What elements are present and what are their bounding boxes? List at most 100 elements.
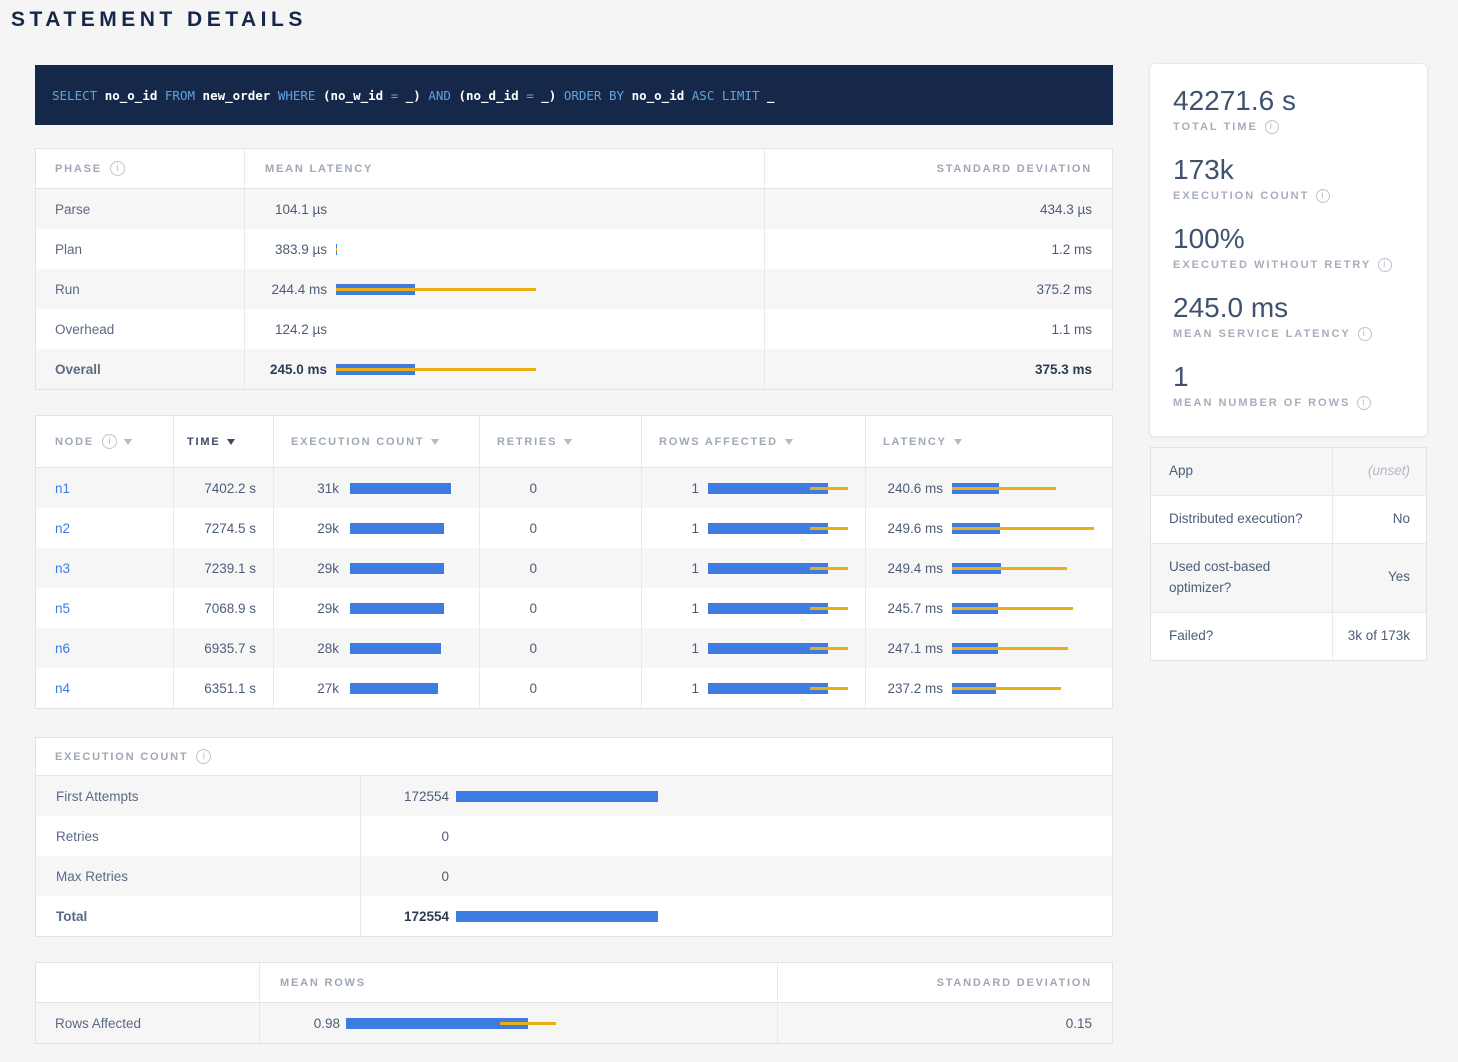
node-row: n5 7068.9 s 29k 0 1 245.7 ms xyxy=(36,588,1112,628)
latency-bar xyxy=(952,563,1102,574)
sort-arrow-icon xyxy=(954,439,962,445)
retries-value: 0 xyxy=(497,481,537,496)
stat-execution-count: 173k EXECUTION COUNT xyxy=(1173,154,1404,203)
info-icon[interactable] xyxy=(196,749,211,764)
time-value: 7402.2 s xyxy=(173,468,273,508)
stat-label: EXECUTED WITHOUT RETRY xyxy=(1173,259,1371,271)
sort-arrow-icon xyxy=(431,439,439,445)
time-value: 7068.9 s xyxy=(173,588,273,628)
count-value: 172554 xyxy=(363,909,449,924)
phase-row-overall: Overall 245.0 ms 375.3 ms xyxy=(36,349,1112,389)
info-icon[interactable] xyxy=(1265,120,1279,134)
mean-rows-value: 0.98 xyxy=(280,1016,340,1031)
latency-bar xyxy=(952,483,1102,494)
latency-value: 240.6 ms xyxy=(883,481,943,496)
stddev-value: 434.3 µs xyxy=(764,189,1112,229)
rows-affected-bar xyxy=(708,563,848,574)
stat-value: 100% xyxy=(1173,223,1404,255)
rows-affected-bar xyxy=(708,643,848,654)
exec-row-max-retries: Max Retries 0 xyxy=(36,856,1112,896)
execution-count-value: 29k xyxy=(291,561,339,576)
retries-value: 0 xyxy=(497,681,537,696)
info-icon[interactable] xyxy=(110,161,125,176)
node-link[interactable]: n6 xyxy=(55,641,70,656)
execution-count-value: 27k xyxy=(291,681,339,696)
stat-executed-without-retry: 100% EXECUTED WITHOUT RETRY xyxy=(1173,223,1404,272)
retries-value: 0 xyxy=(497,641,537,656)
col-header-time[interactable]: TIME xyxy=(173,416,273,467)
stat-label: EXECUTION COUNT xyxy=(1173,190,1309,202)
mean-rows-bar xyxy=(346,1018,556,1029)
count-bar xyxy=(456,831,658,842)
attr-label: Distributed execution? xyxy=(1151,496,1333,543)
failed-row: Failed? 3k of 173k xyxy=(1151,613,1426,660)
latency-bar xyxy=(952,523,1102,534)
col-header-retries[interactable]: RETRIES xyxy=(479,416,641,467)
stat-mean-number-of-rows: 1 MEAN NUMBER OF ROWS xyxy=(1173,361,1404,410)
exec-row-retries: Retries 0 xyxy=(36,816,1112,856)
rows-affected-value: 1 xyxy=(659,641,699,656)
time-value: 6351.1 s xyxy=(173,668,273,708)
phase-table-header: PHASE MEAN LATENCY STANDARD DEVIATION xyxy=(36,149,1112,189)
phase-table: PHASE MEAN LATENCY STANDARD DEVIATION Pa… xyxy=(35,148,1113,390)
retries-value: 0 xyxy=(497,561,537,576)
page-title: STATEMENT DETAILS xyxy=(11,8,307,32)
execution-count-value: 29k xyxy=(291,601,339,616)
col-header-node[interactable]: NODE xyxy=(36,416,173,467)
rows-affected-bar xyxy=(708,483,848,494)
node-table: NODE TIME EXECUTION COUNT RETRIES ROWS A… xyxy=(35,415,1113,709)
node-row: n1 7402.2 s 31k 0 1 240.6 ms xyxy=(36,468,1112,508)
col-header-rows-affected[interactable]: ROWS AFFECTED xyxy=(641,416,865,467)
node-link[interactable]: n5 xyxy=(55,601,70,616)
rows-affected-value: 1 xyxy=(659,561,699,576)
count-value: 0 xyxy=(363,869,449,884)
app-row: App (unset) xyxy=(1151,448,1426,496)
summary-card: 42271.6 s TOTAL TIME 173k EXECUTION COUN… xyxy=(1149,63,1428,437)
sort-arrow-icon xyxy=(564,439,572,445)
row-label: Max Retries xyxy=(56,869,128,884)
execution-count-bar xyxy=(350,603,451,614)
node-row: n2 7274.5 s 29k 0 1 249.6 ms xyxy=(36,508,1112,548)
latency-bar xyxy=(336,324,536,335)
latency-bar xyxy=(952,683,1102,694)
node-link[interactable]: n1 xyxy=(55,481,70,496)
distributed-execution-row: Distributed execution? No xyxy=(1151,496,1426,544)
rows-affected-value: 1 xyxy=(659,521,699,536)
attr-value: No xyxy=(1333,496,1426,543)
col-header-standard-deviation: STANDARD DEVIATION xyxy=(764,149,1112,188)
retries-value: 0 xyxy=(497,601,537,616)
info-icon[interactable] xyxy=(1378,258,1392,272)
execution-count-table: EXECUTION COUNT First Attempts 172554 Re… xyxy=(35,737,1113,937)
latency-value: 249.6 ms xyxy=(883,521,943,536)
latency-value: 249.4 ms xyxy=(883,561,943,576)
node-link[interactable]: n4 xyxy=(55,681,70,696)
execution-count-bar xyxy=(350,643,451,654)
row-label: Retries xyxy=(56,829,99,844)
col-header-latency[interactable]: LATENCY xyxy=(865,416,1112,467)
info-icon[interactable] xyxy=(1357,396,1371,410)
count-value: 172554 xyxy=(363,789,449,804)
node-table-header: NODE TIME EXECUTION COUNT RETRIES ROWS A… xyxy=(36,416,1112,468)
attr-value: 3k of 173k xyxy=(1333,613,1426,660)
execution-count-value: 31k xyxy=(291,481,339,496)
attr-label: Failed? xyxy=(1151,613,1333,660)
mean-latency-value: 245.0 ms xyxy=(265,362,327,377)
col-header-standard-deviation: STANDARD DEVIATION xyxy=(777,963,1112,1002)
rows-affected-row: Rows Affected 0.98 0.15 xyxy=(36,1003,1112,1043)
rows-affected-bar xyxy=(708,683,848,694)
info-icon[interactable] xyxy=(1358,327,1372,341)
col-header-mean-latency: MEAN LATENCY xyxy=(244,149,764,188)
info-icon[interactable] xyxy=(1316,189,1330,203)
node-link[interactable]: n2 xyxy=(55,521,70,536)
node-link[interactable]: n3 xyxy=(55,561,70,576)
latency-bar xyxy=(336,204,536,215)
col-header-execution-count[interactable]: EXECUTION COUNT xyxy=(273,416,479,467)
attr-label: Used cost-based optimizer? xyxy=(1151,544,1333,612)
info-icon[interactable] xyxy=(102,434,117,449)
mean-latency-value: 104.1 µs xyxy=(265,202,327,217)
row-label: Rows Affected xyxy=(55,1016,141,1031)
latency-bar xyxy=(336,244,536,255)
phase-row-plan: Plan 383.9 µs 1.2 ms xyxy=(36,229,1112,269)
phase-row-parse: Parse 104.1 µs 434.3 µs xyxy=(36,189,1112,229)
phase-label: Overall xyxy=(55,362,101,377)
